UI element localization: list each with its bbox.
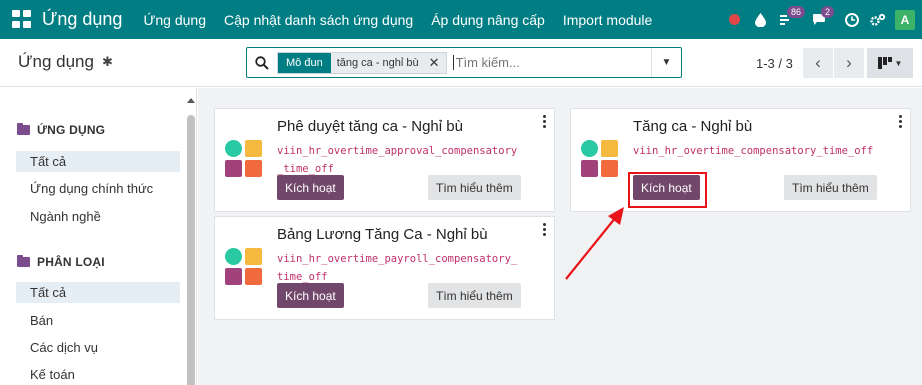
app-logo-icon: [225, 248, 263, 286]
folder-icon: [17, 123, 30, 135]
control-panel: Ứng dụng ✱ Mô đun tăng ca - nghỉ bù ✕ ▼ …: [0, 39, 922, 87]
search-facet: Mô đun tăng ca - nghỉ bù ✕: [277, 51, 447, 74]
sidebar-section-header: ỨNG DỤNG: [17, 123, 105, 137]
app-brand[interactable]: Ứng dụng: [42, 9, 122, 30]
sidebar-item-all-categories[interactable]: Tất cả: [16, 282, 180, 303]
learn-more-button[interactable]: Tìm hiểu thêm: [428, 175, 521, 200]
facet-value: tăng ca - nghỉ bù: [330, 52, 425, 73]
remove-facet-icon[interactable]: ✕: [424, 52, 446, 73]
messages-badge: 2: [821, 6, 835, 18]
app-module-name: viin_hr_overtime_compensatory_time_off: [633, 145, 874, 157]
app-module-name: viin_hr_overtime_payroll_compensatory_ti…: [277, 253, 518, 283]
activity-icon[interactable]: 86: [773, 0, 806, 39]
app-logo-icon: [581, 140, 619, 178]
app-card[interactable]: Phê duyệt tăng ca - Nghỉ bù viin_hr_over…: [214, 108, 555, 212]
sidebar-item-industries[interactable]: Ngành nghề: [16, 206, 180, 227]
learn-more-button[interactable]: Tìm hiểu thêm: [784, 175, 877, 200]
app-card[interactable]: Bảng Lương Tăng Ca - Nghỉ bù viin_hr_ove…: [214, 216, 555, 320]
card-menu-icon[interactable]: [899, 115, 902, 130]
sidebar-item-accounting[interactable]: Kế toán: [16, 364, 180, 385]
pager-next-button[interactable]: ›: [834, 48, 864, 78]
scroll-up-arrow[interactable]: [187, 98, 195, 103]
pager-previous-button[interactable]: ‹: [803, 48, 833, 78]
sidebar-item-sales[interactable]: Bán: [16, 310, 180, 331]
annotation-arrow-icon: [565, 207, 624, 280]
sidebar-item-services[interactable]: Các dịch vụ: [16, 337, 180, 358]
messages-icon[interactable]: 2: [807, 0, 835, 39]
menu-import-module[interactable]: Import module: [563, 12, 652, 28]
search-icon[interactable]: [247, 55, 277, 70]
activity-badge: 86: [787, 6, 806, 18]
menu-apps[interactable]: Ứng dụng: [143, 12, 206, 28]
top-navbar: Ứng dụng Ứng dụng Cập nhật danh sách ứng…: [0, 0, 922, 39]
user-avatar[interactable]: A: [895, 9, 915, 30]
app-card-title: Phê duyệt tăng ca - Nghỉ bù: [277, 118, 463, 135]
annotation-highlight-box: [628, 172, 707, 208]
sidebar-scrollbar[interactable]: [186, 98, 195, 385]
view-switcher-button[interactable]: ▼: [867, 48, 913, 78]
app-card-title: Tăng ca - Nghỉ bù: [633, 118, 753, 135]
gear-icon[interactable]: ✱: [102, 54, 113, 70]
sidebar-item-all-apps[interactable]: Tất cả: [16, 151, 180, 172]
search-dropdown-toggle[interactable]: ▼: [651, 48, 681, 77]
app-card[interactable]: Tăng ca - Nghỉ bù viin_hr_overtime_compe…: [570, 108, 911, 212]
pager-value[interactable]: 1-3 / 3: [756, 56, 793, 71]
breadcrumb: Ứng dụng: [18, 52, 94, 71]
sidebar: ỨNG DỤNG Tất cả Ứng dụng chính thức Ngàn…: [0, 88, 197, 385]
app-module-name: viin_hr_overtime_approval_compensatory_t…: [277, 145, 518, 175]
search-bar: Mô đun tăng ca - nghỉ bù ✕ ▼: [246, 47, 682, 78]
folder-icon: [17, 255, 30, 267]
clock-icon[interactable]: [839, 0, 865, 39]
facet-label: Mô đun: [278, 52, 331, 73]
search-input[interactable]: [452, 55, 633, 70]
menu-apply-upgrades[interactable]: Áp dụng nâng cấp: [431, 12, 545, 28]
scroll-thumb[interactable]: [187, 115, 195, 385]
page-title: Ứng dụng ✱: [18, 52, 113, 72]
activate-button[interactable]: Kích hoạt: [277, 283, 344, 308]
sidebar-section-header: PHÂN LOẠI: [17, 255, 105, 269]
learn-more-button[interactable]: Tìm hiểu thêm: [428, 283, 521, 308]
card-menu-icon[interactable]: [543, 115, 546, 130]
apps-menu-icon[interactable]: [12, 9, 32, 30]
sidebar-item-official-apps[interactable]: Ứng dụng chính thức: [16, 178, 180, 199]
card-menu-icon[interactable]: [543, 223, 546, 238]
app-card-title: Bảng Lương Tăng Ca - Nghỉ bù: [277, 226, 488, 243]
settings-icon[interactable]: [865, 0, 891, 39]
menu-update-apps-list[interactable]: Cập nhật danh sách ứng dụng: [224, 12, 413, 28]
activate-button[interactable]: Kích hoạt: [277, 175, 344, 200]
drop-icon[interactable]: [747, 0, 773, 39]
status-dot-icon[interactable]: [721, 0, 747, 39]
app-logo-icon: [225, 140, 263, 178]
